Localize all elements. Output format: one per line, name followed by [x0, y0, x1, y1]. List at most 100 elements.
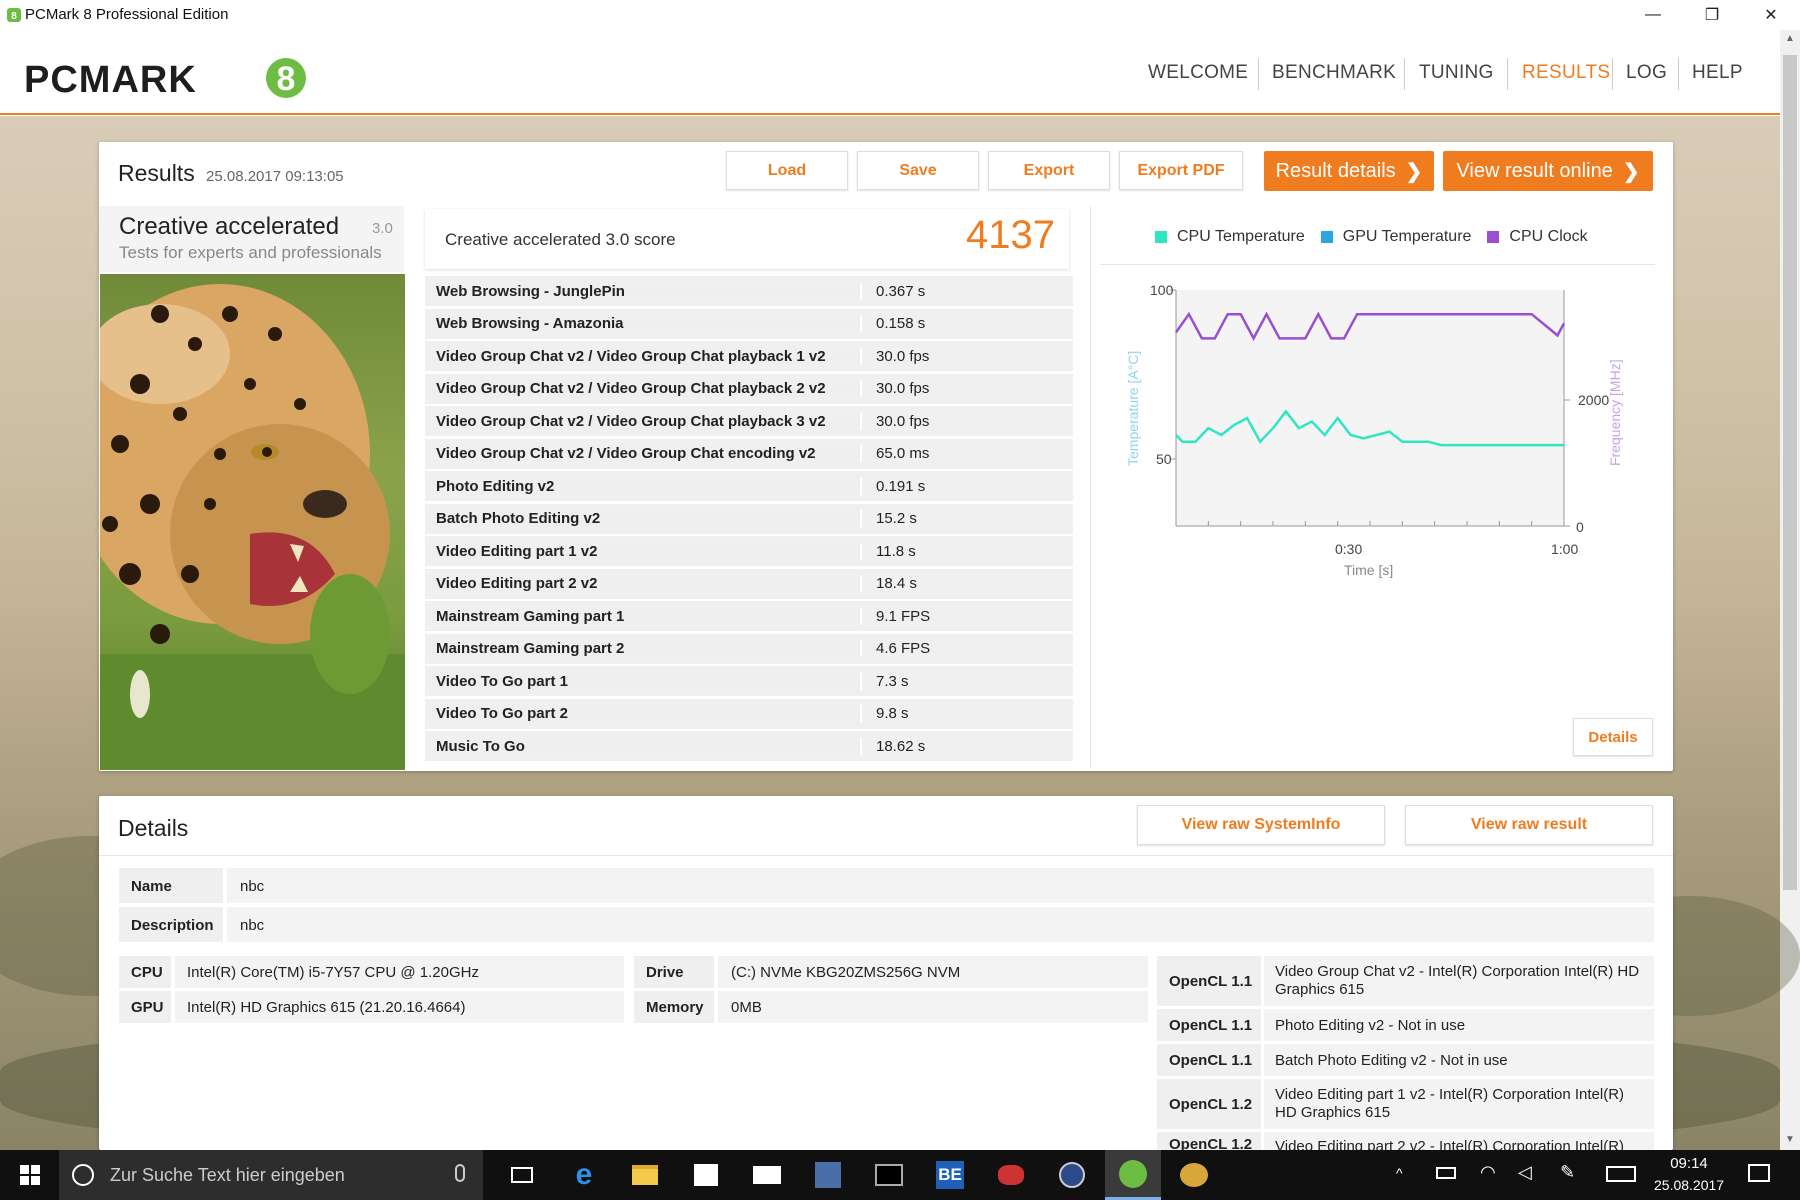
result-details-button[interactable]: Result details ❯	[1264, 151, 1434, 191]
gpu-value: Intel(R) HD Graphics 615 (21.20.16.4664)	[187, 999, 466, 1016]
scrollbar-thumb[interactable]	[1783, 55, 1797, 890]
table-row: Photo Editing v2 0.191 s	[425, 471, 1073, 501]
scroll-up-icon[interactable]: ▲	[1785, 33, 1795, 44]
opencl-label-clip: OpenCL 1.2	[1157, 1132, 1261, 1150]
security-app-button[interactable]	[1044, 1150, 1100, 1200]
row-value: 11.8 s	[876, 542, 916, 560]
row-value: 9.1 FPS	[876, 607, 931, 625]
description-value-cell	[227, 907, 1654, 942]
edge-icon: e	[575, 1158, 593, 1191]
table-row: Mainstream Gaming part 2 4.6 FPS	[425, 633, 1073, 664]
be-app-button[interactable]: BE	[922, 1150, 978, 1200]
test-subtitle: Tests for experts and professionals	[119, 243, 382, 262]
opencl-label: OpenCL 1.1	[1169, 973, 1253, 990]
notification-icon[interactable]	[1748, 1164, 1770, 1182]
export-pdf-button[interactable]: Export PDF	[1119, 151, 1243, 190]
snipping-tool-button[interactable]	[983, 1150, 1039, 1200]
row-value: 4.6 FPS	[876, 640, 931, 657]
gpu-label: GPU	[131, 999, 164, 1016]
terminal-button[interactable]	[861, 1150, 917, 1200]
name-value-cell	[227, 868, 1654, 903]
wifi-icon[interactable]: ◠	[1480, 1162, 1496, 1183]
folder-icon	[632, 1165, 658, 1185]
name-label: Name	[131, 878, 172, 895]
app-icon	[815, 1162, 841, 1188]
view-raw-result-button[interactable]: View raw result	[1405, 805, 1653, 845]
nav-log[interactable]: LOG	[1626, 62, 1667, 84]
table-row: Video Group Chat v2 / Video Group Chat p…	[425, 406, 1073, 436]
nav-separator	[1507, 58, 1508, 90]
test-name: Creative accelerated	[119, 213, 340, 240]
description-label: Description	[131, 917, 214, 934]
nav-separator	[1678, 58, 1679, 90]
file-explorer-button[interactable]	[617, 1150, 673, 1200]
chart-divider	[1090, 206, 1091, 768]
app-icon: 8	[7, 8, 21, 22]
svg-text:8: 8	[11, 11, 17, 22]
save-button[interactable]: Save	[857, 151, 979, 190]
start-button[interactable]	[2, 1150, 58, 1200]
table-row: Video Group Chat v2 / Video Group Chat p…	[425, 341, 1073, 371]
restore-button[interactable]: ❐	[1683, 0, 1741, 30]
opencl-value: Video Editing part 2 v2 - Intel(R) Corpo…	[1275, 1138, 1625, 1150]
nav-benchmark[interactable]: BENCHMARK	[1272, 62, 1396, 84]
pen-icon[interactable]: ✎	[1560, 1162, 1575, 1183]
opencl-label: OpenCL 1.2	[1169, 1096, 1253, 1113]
chart-details-button[interactable]: Details	[1573, 718, 1653, 756]
row-name: Video Group Chat v2 / Video Group Chat p…	[425, 347, 862, 365]
nav-separator	[1404, 58, 1405, 90]
chevron-right-icon: ❯	[1405, 160, 1423, 183]
y-right-axis-label: Frequency [MHz]	[1607, 359, 1623, 466]
table-row: Video Editing part 1 v2 11.8 s	[425, 536, 1073, 566]
minimize-button[interactable]: —	[1624, 0, 1682, 30]
close-button[interactable]: ✕	[1742, 0, 1800, 30]
svg-text:8: 8	[277, 60, 296, 98]
details-divider	[99, 855, 1673, 856]
paint-button[interactable]	[1166, 1150, 1222, 1200]
legend-swatch-cpu-clock	[1487, 231, 1500, 243]
nav-help[interactable]: HELP	[1692, 62, 1743, 84]
view-result-online-button[interactable]: View result online ❯	[1443, 151, 1653, 191]
table-row: Batch Photo Editing v2 15.2 s	[425, 503, 1073, 534]
pcmark-taskbar-button[interactable]	[1105, 1150, 1161, 1200]
score-label: Creative accelerated 3.0 score	[445, 230, 676, 249]
row-name: Video To Go part 1	[425, 672, 862, 690]
row-name: Video Group Chat v2 / Video Group Chat p…	[425, 380, 862, 397]
mail-button[interactable]	[739, 1150, 795, 1200]
nav-welcome[interactable]: WELCOME	[1148, 62, 1248, 84]
opencl-value: Video Group Chat v2 - Intel(R) Corporati…	[1275, 963, 1640, 998]
results-date: 25.08.2017 09:13:05	[206, 168, 344, 185]
pcmark-logo: PCMARK 8	[24, 50, 314, 101]
name-value: nbc	[240, 878, 265, 895]
table-row: Video To Go part 1 7.3 s	[425, 666, 1073, 696]
load-button[interactable]: Load	[726, 151, 848, 190]
export-button[interactable]: Export	[988, 151, 1110, 190]
calculator-button[interactable]	[800, 1150, 856, 1200]
volume-icon[interactable]: ◁	[1518, 1162, 1532, 1183]
table-row: Video Group Chat v2 / Video Group Chat e…	[425, 438, 1073, 469]
keyboard-icon[interactable]	[1606, 1166, 1636, 1182]
palette-icon	[1180, 1163, 1208, 1187]
table-row: Video To Go part 2 9.8 s	[425, 698, 1073, 729]
battery-icon[interactable]	[1436, 1167, 1456, 1179]
table-row: Video Group Chat v2 / Video Group Chat p…	[425, 373, 1073, 404]
chevron-up-icon[interactable]: ^	[1396, 1165, 1403, 1181]
search-placeholder: Zur Suche Text hier eingeben	[110, 1165, 345, 1185]
task-view-button[interactable]	[494, 1150, 550, 1200]
microphone-icon[interactable]	[455, 1164, 465, 1182]
view-raw-systeminfo-button[interactable]: View raw SystemInfo	[1137, 805, 1385, 845]
store-button[interactable]	[678, 1150, 734, 1200]
row-name: Web Browsing - JunglePin	[425, 282, 862, 300]
row-value: 30.0 fps	[876, 380, 930, 397]
edge-button[interactable]: e	[556, 1150, 612, 1200]
nav-tuning[interactable]: TUNING	[1419, 62, 1494, 84]
nav-results[interactable]: RESULTS	[1522, 62, 1610, 84]
monitoring-chart: 100 50 2000 0 0:30 1:00 Time [s] Tempera…	[1125, 282, 1623, 578]
row-value: 30.0 fps	[876, 412, 930, 430]
table-row: Music To Go 18.62 s	[425, 731, 1073, 761]
clock-time[interactable]: 09:14	[1654, 1155, 1724, 1172]
opencl-value: Batch Photo Editing v2 - Not in use	[1275, 1052, 1508, 1069]
table-row: Mainstream Gaming part 1 9.1 FPS	[425, 601, 1073, 631]
scroll-down-icon[interactable]: ▼	[1785, 1134, 1795, 1145]
clock-date[interactable]: 25.08.2017	[1654, 1177, 1724, 1193]
